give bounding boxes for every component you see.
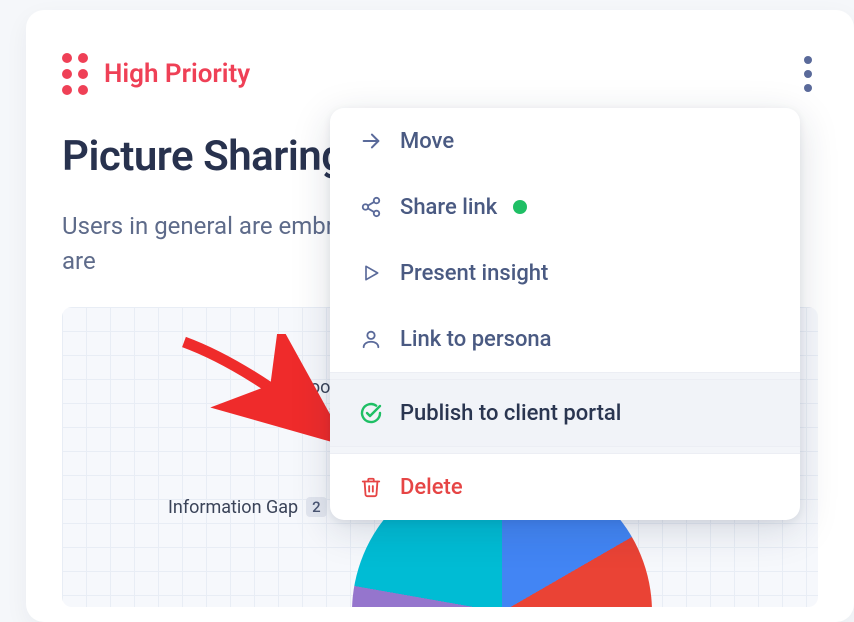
context-menu: Move Share link Present insight Link to … — [330, 108, 800, 520]
count-badge: 2 — [306, 497, 327, 517]
menu-separator — [330, 446, 800, 454]
menu-item-label: Delete — [400, 475, 463, 500]
drag-handle-icon[interactable] — [62, 53, 88, 95]
menu-item-share-link[interactable]: Share link — [330, 174, 800, 240]
menu-item-label: Link to persona — [400, 327, 552, 352]
play-icon — [358, 260, 384, 286]
card-header: High Priority — [62, 50, 818, 98]
menu-item-link-persona[interactable]: Link to persona — [330, 306, 800, 372]
menu-item-present[interactable]: Present insight — [330, 240, 800, 306]
person-icon — [358, 326, 384, 352]
priority-label: High Priority — [104, 59, 250, 89]
arrow-right-icon — [358, 128, 384, 154]
chart-label-information-gap: Information Gap 2 — [168, 497, 327, 518]
chart-label-text: Information Gap — [168, 497, 298, 518]
share-icon — [358, 194, 384, 220]
kebab-menu-button[interactable] — [798, 50, 818, 98]
menu-item-label: Publish to client portal — [400, 401, 621, 426]
check-circle-icon — [358, 400, 384, 426]
menu-item-move[interactable]: Move — [330, 108, 800, 174]
priority-tag[interactable]: High Priority — [62, 53, 250, 95]
menu-item-delete[interactable]: Delete — [330, 454, 800, 520]
menu-item-label: Move — [400, 129, 454, 154]
trash-icon — [358, 474, 384, 500]
menu-item-label: Present insight — [400, 261, 548, 286]
menu-item-publish[interactable]: Publish to client portal — [330, 380, 800, 446]
menu-item-label: Share link — [400, 195, 497, 220]
status-dot-icon — [513, 200, 527, 214]
menu-separator — [330, 372, 800, 380]
